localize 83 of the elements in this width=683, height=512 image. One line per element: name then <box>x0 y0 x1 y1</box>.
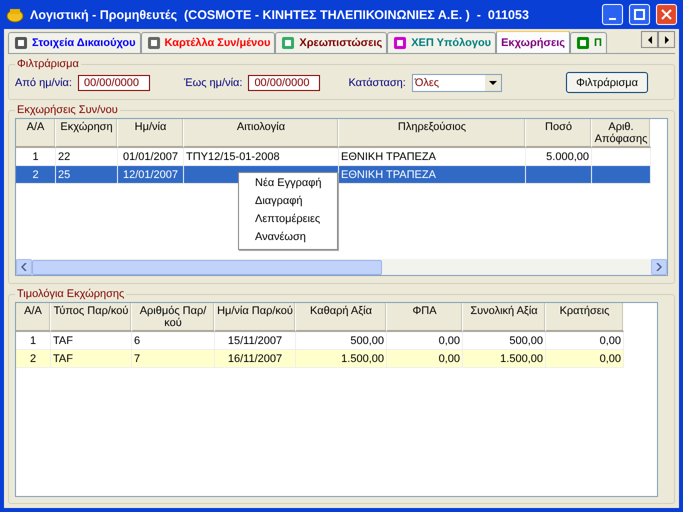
column-header[interactable]: Συνολική Αξία <box>463 303 546 332</box>
table-cell: ΕΘΝΙΚΗ ΤΡΑΠΕΖΑ <box>339 166 526 184</box>
date-field[interactable]: 00/00/0000 <box>248 74 320 90</box>
tab-icon <box>575 35 592 51</box>
table-cell: 0,00 <box>546 350 624 368</box>
column-header[interactable]: Αιτιολογία <box>184 119 339 148</box>
table-cell: 7 <box>132 350 215 368</box>
table-cell: 2 <box>16 166 56 184</box>
maximize-button[interactable] <box>629 4 650 25</box>
close-button[interactable] <box>656 4 677 25</box>
group-title: Τιμολόγια Εκχώρησης <box>16 288 126 300</box>
column-header[interactable]: Αριθμός Παρ/κού <box>132 303 215 332</box>
table-cell: 0,00 <box>546 332 624 350</box>
table-cell: 25 <box>56 166 118 184</box>
column-header[interactable]: ΦΠΑ <box>387 303 463 332</box>
tab[interactable]: Στοιχεία Δικαιούχου <box>8 32 141 53</box>
column-header[interactable]: Α/Α <box>16 303 51 332</box>
group-title: Εκχωρήσεις Συν/νου <box>16 104 119 116</box>
table-cell: TAF <box>51 350 132 368</box>
table-cell <box>526 166 592 184</box>
column-header[interactable]: Κρατήσεις <box>546 303 624 332</box>
column-header[interactable]: Α/Α <box>16 119 56 148</box>
window-title: Λογιστική - Προμηθευτές (COSMOTE - ΚΙΝΗΤΕΣ ΤΗΛΕΠΙΚΟΙΝΩΝΙΕΣ Α.Ε. ) - 011053 <box>30 8 530 22</box>
menu-item[interactable]: Ανανέωση <box>239 229 337 247</box>
group-title: Φιλτράρισμα <box>16 58 80 70</box>
tab[interactable]: ΧΕΠ Υπόλογου <box>387 32 496 53</box>
minimize-button[interactable] <box>602 4 623 25</box>
filter-button[interactable]: Φιλτράρισμα <box>566 72 648 93</box>
scrollbar-thumb[interactable] <box>32 260 382 274</box>
table-cell: 0,00 <box>387 350 463 368</box>
column-header[interactable]: Καθαρή Αξία <box>296 303 387 332</box>
table-cell: 12/01/2007 <box>118 166 184 184</box>
table-cell: ΕΘΝΙΚΗ ΤΡΑΠΕΖΑ <box>339 148 526 166</box>
table-cell: 01/01/2007 <box>118 148 184 166</box>
maximize-icon <box>634 9 645 20</box>
tab-icon <box>146 35 162 51</box>
status-dropdown[interactable]: Όλες <box>412 74 502 92</box>
scroll-right-button[interactable] <box>658 31 675 48</box>
table-cell: 16/11/2007 <box>215 350 296 368</box>
table-cell: 500,00 <box>463 332 546 350</box>
table-cell: 1 <box>16 148 56 166</box>
column-header[interactable]: Πληρεξούσιος <box>339 119 526 148</box>
tab-icon <box>13 35 29 51</box>
table-cell: 15/11/2007 <box>215 332 296 350</box>
column-header[interactable]: Ποσό <box>526 119 592 148</box>
column-header[interactable]: Ημ/νία <box>118 119 184 148</box>
right-arrow-icon <box>664 36 670 44</box>
left-chevron-icon <box>21 263 27 271</box>
table-cell: 5.000,00 <box>526 148 592 166</box>
field-label: Κατάσταση: <box>348 76 406 88</box>
table-cell: 22 <box>56 148 118 166</box>
table-cell: 500,00 <box>296 332 387 350</box>
date-field[interactable]: 00/00/0000 <box>78 74 150 90</box>
table-cell: ΤΠΥ12/15-01-2008 <box>184 148 339 166</box>
field-label: Από ημ/νία: <box>15 76 72 88</box>
table-cell: TAF <box>51 332 132 350</box>
menu-item[interactable]: Νέα Εγγραφή <box>239 175 337 193</box>
column-header[interactable]: Αριθ. Απόφασης <box>592 119 651 148</box>
menu-item[interactable]: Λεπτομέρειες <box>239 211 337 229</box>
table-cell: 1 <box>16 332 51 350</box>
table-cell: 2 <box>16 350 51 368</box>
table-cell <box>592 166 651 184</box>
table-cell: 1.500,00 <box>463 350 546 368</box>
tab[interactable]: Εκχωρήσεις <box>496 31 570 53</box>
table-cell: 0,00 <box>387 332 463 350</box>
table-cell: 1.500,00 <box>296 350 387 368</box>
table-cell: 6 <box>132 332 215 350</box>
column-header[interactable]: Εκχώρηση <box>56 119 118 148</box>
field-label: Έως ημ/νία: <box>184 76 242 88</box>
tab[interactable]: Π <box>570 32 607 53</box>
close-icon <box>661 9 672 20</box>
tab[interactable]: Καρτέλλα Συν/μένου <box>140 32 276 53</box>
column-header[interactable]: Ημ/νία Παρ/κού <box>215 303 296 332</box>
menu-item[interactable]: Διαγραφή <box>239 193 337 211</box>
right-chevron-icon <box>656 263 662 271</box>
tab-icon <box>392 35 408 51</box>
minimize-icon <box>609 18 616 20</box>
left-arrow-icon <box>646 36 652 44</box>
table-cell <box>592 148 651 166</box>
column-header[interactable]: Τύπος Παρ/κού <box>51 303 132 332</box>
tab[interactable]: Χρεωπιστώσεις <box>275 32 388 53</box>
scroll-left-button[interactable] <box>641 31 658 48</box>
tab-icon <box>280 35 296 51</box>
